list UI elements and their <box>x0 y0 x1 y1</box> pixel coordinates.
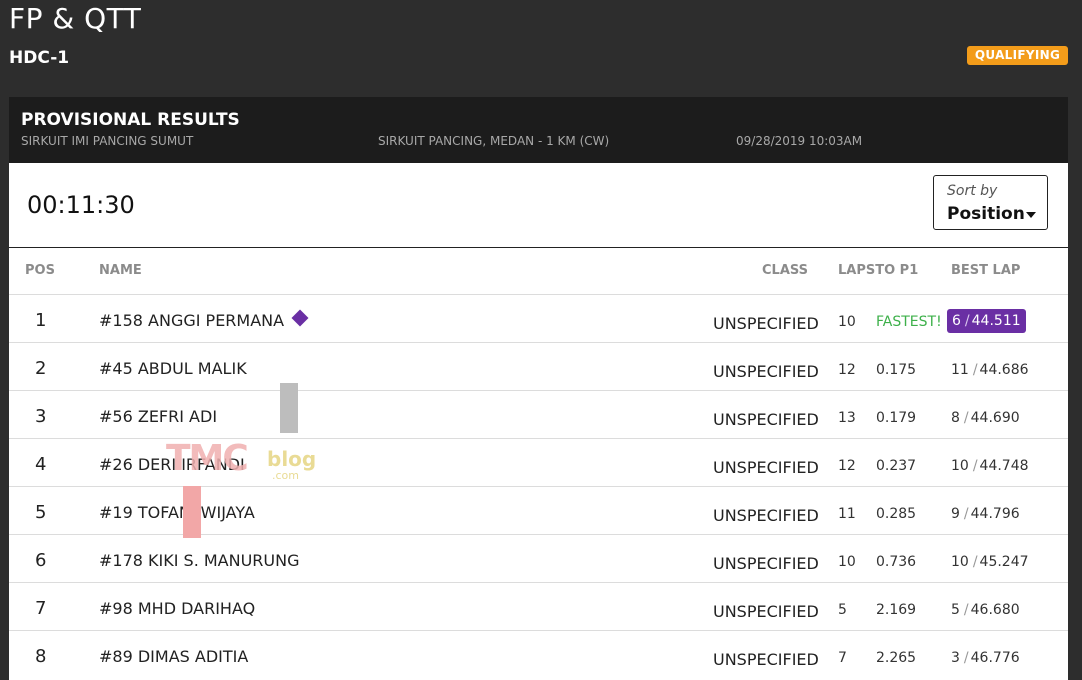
venue-name: SIRKUIT IMI PANCING SUMUT <box>21 134 194 148</box>
row-laps: 10 <box>838 554 856 570</box>
best-lap-time: 46.776 <box>970 650 1020 666</box>
page-title: FP & QTT <box>9 2 142 35</box>
results-panel: 00:11:30 Sort by Position POS NAME CLASS… <box>9 163 1068 680</box>
row-position: 8 <box>35 646 47 667</box>
row-laps: 12 <box>838 458 856 474</box>
row-best-lap: 8/44.690 <box>951 410 1020 426</box>
best-lap-number: 10 <box>951 554 969 570</box>
session-timer: 00:11:30 <box>27 191 135 219</box>
row-best-lap: 5/46.680 <box>951 602 1020 618</box>
row-position: 4 <box>35 454 47 475</box>
best-lap-time: 44.690 <box>970 410 1020 426</box>
row-best-lap: 10/44.748 <box>951 458 1029 474</box>
rider-name: #98 MHD DARIHAQ <box>99 599 256 618</box>
results-panel-header: PROVISIONAL RESULTS SIRKUIT IMI PANCING … <box>9 97 1068 163</box>
rider-name: #178 KIKI S. MANURUNG <box>99 551 300 570</box>
column-header-class: CLASS <box>762 263 809 278</box>
table-row[interactable]: 5 #19 TOFANI WIJAYA UNSPECIFIED 11 0.285… <box>9 486 1068 534</box>
header-divider <box>9 247 1068 248</box>
best-lap-number: 5 <box>951 602 960 618</box>
session-badge: QUALIFYING <box>967 46 1068 65</box>
row-best-lap: 9/44.796 <box>951 506 1020 522</box>
best-lap-number: 11 <box>951 362 969 378</box>
results-table: 1 #158 ANGGI PERMANA UNSPECIFIED 10 FAST… <box>9 294 1068 678</box>
rider-name: #89 DIMAS ADITIA <box>99 647 249 666</box>
table-row[interactable]: 3 #56 ZEFRI ADI UNSPECIFIED 13 0.179 8/4… <box>9 390 1068 438</box>
row-position: 2 <box>35 358 47 379</box>
best-lap-time: 44.686 <box>979 362 1029 378</box>
row-class: UNSPECIFIED <box>713 554 819 573</box>
best-lap-number: 9 <box>951 506 960 522</box>
row-laps: 11 <box>838 506 856 522</box>
column-header-pos: POS <box>25 263 55 278</box>
rider-name: #56 ZEFRI ADI <box>99 407 218 426</box>
rider-name: #45 ABDUL MALIK <box>99 359 247 378</box>
row-rider: #158 ANGGI PERMANA <box>99 309 309 330</box>
row-laps: 13 <box>838 410 856 426</box>
best-lap-time: 46.680 <box>970 602 1020 618</box>
row-position: 5 <box>35 502 47 523</box>
row-class: UNSPECIFIED <box>713 506 819 525</box>
table-row[interactable]: 6 #178 KIKI S. MANURUNG UNSPECIFIED 10 0… <box>9 534 1068 582</box>
row-class: UNSPECIFIED <box>713 602 819 621</box>
row-gap: 0.736 <box>876 554 917 570</box>
row-gap: 0.285 <box>876 506 917 522</box>
column-header-best-lap: BEST LAP <box>951 263 1021 278</box>
row-gap: 0.179 <box>876 410 917 426</box>
rider-name: #26 DERI IRFANDI <box>99 455 245 474</box>
row-laps: 5 <box>838 602 847 618</box>
best-lap-time: 45.247 <box>979 554 1029 570</box>
sort-value: Position <box>947 204 1025 224</box>
row-class: UNSPECIFIED <box>713 314 819 333</box>
row-laps: 7 <box>838 650 847 666</box>
event-name: HDC-1 <box>9 48 70 68</box>
diamond-icon <box>291 309 309 327</box>
row-laps: 12 <box>838 362 856 378</box>
best-lap-time: 44.748 <box>979 458 1029 474</box>
best-lap-number: 3 <box>951 650 960 666</box>
row-best-lap: 6/44.511 <box>947 309 1026 333</box>
caret-down-icon <box>1026 212 1036 218</box>
row-best-lap: 10/45.247 <box>951 554 1029 570</box>
row-best-lap: 3/46.776 <box>951 650 1020 666</box>
row-gap: 0.237 <box>876 458 917 474</box>
best-lap-number: 10 <box>951 458 969 474</box>
best-lap-time: 44.796 <box>970 506 1020 522</box>
column-header-laps-to-p1: LAPSTO P1 <box>838 263 919 278</box>
table-row[interactable]: 7 #98 MHD DARIHAQ UNSPECIFIED 5 2.169 5/… <box>9 582 1068 630</box>
row-class: UNSPECIFIED <box>713 650 819 669</box>
row-best-lap: 11/44.686 <box>951 362 1029 378</box>
row-position: 6 <box>35 550 47 571</box>
row-laps: 10 <box>838 314 856 330</box>
rider-name: #19 TOFANI WIJAYA <box>99 503 255 522</box>
row-position: 3 <box>35 406 47 427</box>
sort-dropdown[interactable]: Sort by Position <box>933 175 1048 230</box>
table-row[interactable]: 4 #26 DERI IRFANDI UNSPECIFIED 12 0.237 … <box>9 438 1068 486</box>
session-datetime: 09/28/2019 10:03AM <box>736 134 863 148</box>
table-row[interactable]: 8 #89 DIMAS ADITIA UNSPECIFIED 7 2.265 3… <box>9 630 1068 678</box>
best-lap-number: 6 <box>952 313 961 329</box>
row-gap: 0.175 <box>876 362 917 378</box>
row-gap: 2.265 <box>876 650 917 666</box>
table-row[interactable]: 1 #158 ANGGI PERMANA UNSPECIFIED 10 FAST… <box>9 294 1068 342</box>
row-class: UNSPECIFIED <box>713 458 819 477</box>
sort-label: Sort by <box>947 183 998 199</box>
row-class: UNSPECIFIED <box>713 362 819 381</box>
track-info: SIRKUIT PANCING, MEDAN - 1 KM (CW) <box>378 134 610 148</box>
rider-name: #158 ANGGI PERMANA <box>99 311 285 330</box>
row-gap: 2.169 <box>876 602 917 618</box>
table-row[interactable]: 2 #45 ABDUL MALIK UNSPECIFIED 12 0.175 1… <box>9 342 1068 390</box>
best-lap-number: 8 <box>951 410 960 426</box>
row-position: 7 <box>35 598 47 619</box>
row-class: UNSPECIFIED <box>713 410 819 429</box>
best-lap-time: 44.511 <box>971 313 1021 329</box>
panel-title: PROVISIONAL RESULTS <box>21 110 240 130</box>
column-header-name: NAME <box>99 263 142 278</box>
row-gap: FASTEST! <box>876 314 942 330</box>
row-position: 1 <box>35 310 47 331</box>
